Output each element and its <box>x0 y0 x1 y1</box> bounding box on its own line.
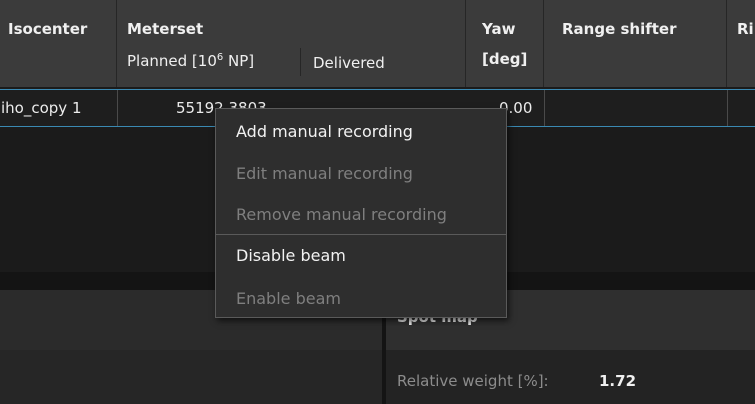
menu-item-remove-manual-recording[interactable]: Remove manual recording <box>236 205 447 224</box>
isocenter-header-label: Isocenter <box>8 20 88 38</box>
yaw-header-unit: [deg] <box>482 50 528 68</box>
column-header-yaw[interactable]: Yaw [deg] <box>466 0 544 87</box>
planned-header-label[interactable]: Planned [106 NP] <box>127 52 254 70</box>
column-header-isocenter[interactable]: Isocenter <box>0 0 117 87</box>
ripple-header-label: Ripp <box>737 20 755 38</box>
relative-weight-value: 1.72 <box>599 372 637 390</box>
planned-header-unit: NP] <box>223 52 255 70</box>
column-header-ripple[interactable]: Ripp <box>727 0 755 87</box>
cell-divider <box>117 90 118 126</box>
left-panel-body <box>0 350 382 404</box>
menu-item-disable-beam[interactable]: Disable beam <box>236 246 346 265</box>
context-menu: Add manual recording Edit manual recordi… <box>215 108 507 318</box>
menu-item-add-manual-recording[interactable]: Add manual recording <box>236 122 413 141</box>
cell-divider <box>544 90 545 126</box>
cell-divider <box>727 90 728 126</box>
isocenter-cell: iho_copy 1 <box>1 99 82 117</box>
delivered-header-label[interactable]: Delivered <box>313 54 385 72</box>
range-shifter-header-label: Range shifter <box>562 20 677 38</box>
column-header-meterset[interactable]: Meterset Planned [106 NP] Delivered <box>117 0 466 87</box>
subheader-divider <box>300 48 301 76</box>
relative-weight-label: Relative weight [%]: <box>397 372 549 390</box>
menu-separator <box>216 234 506 235</box>
yaw-header-label: Yaw <box>482 20 516 38</box>
column-header-range-shifter[interactable]: Range shifter <box>544 0 727 87</box>
table-header: Isocenter Meterset Planned [106 NP] Deli… <box>0 0 755 87</box>
menu-item-edit-manual-recording[interactable]: Edit manual recording <box>236 164 413 183</box>
menu-item-enable-beam[interactable]: Enable beam <box>236 289 341 308</box>
planned-header-prefix: Planned [10 <box>127 52 217 70</box>
meterset-header-label: Meterset <box>127 20 204 38</box>
